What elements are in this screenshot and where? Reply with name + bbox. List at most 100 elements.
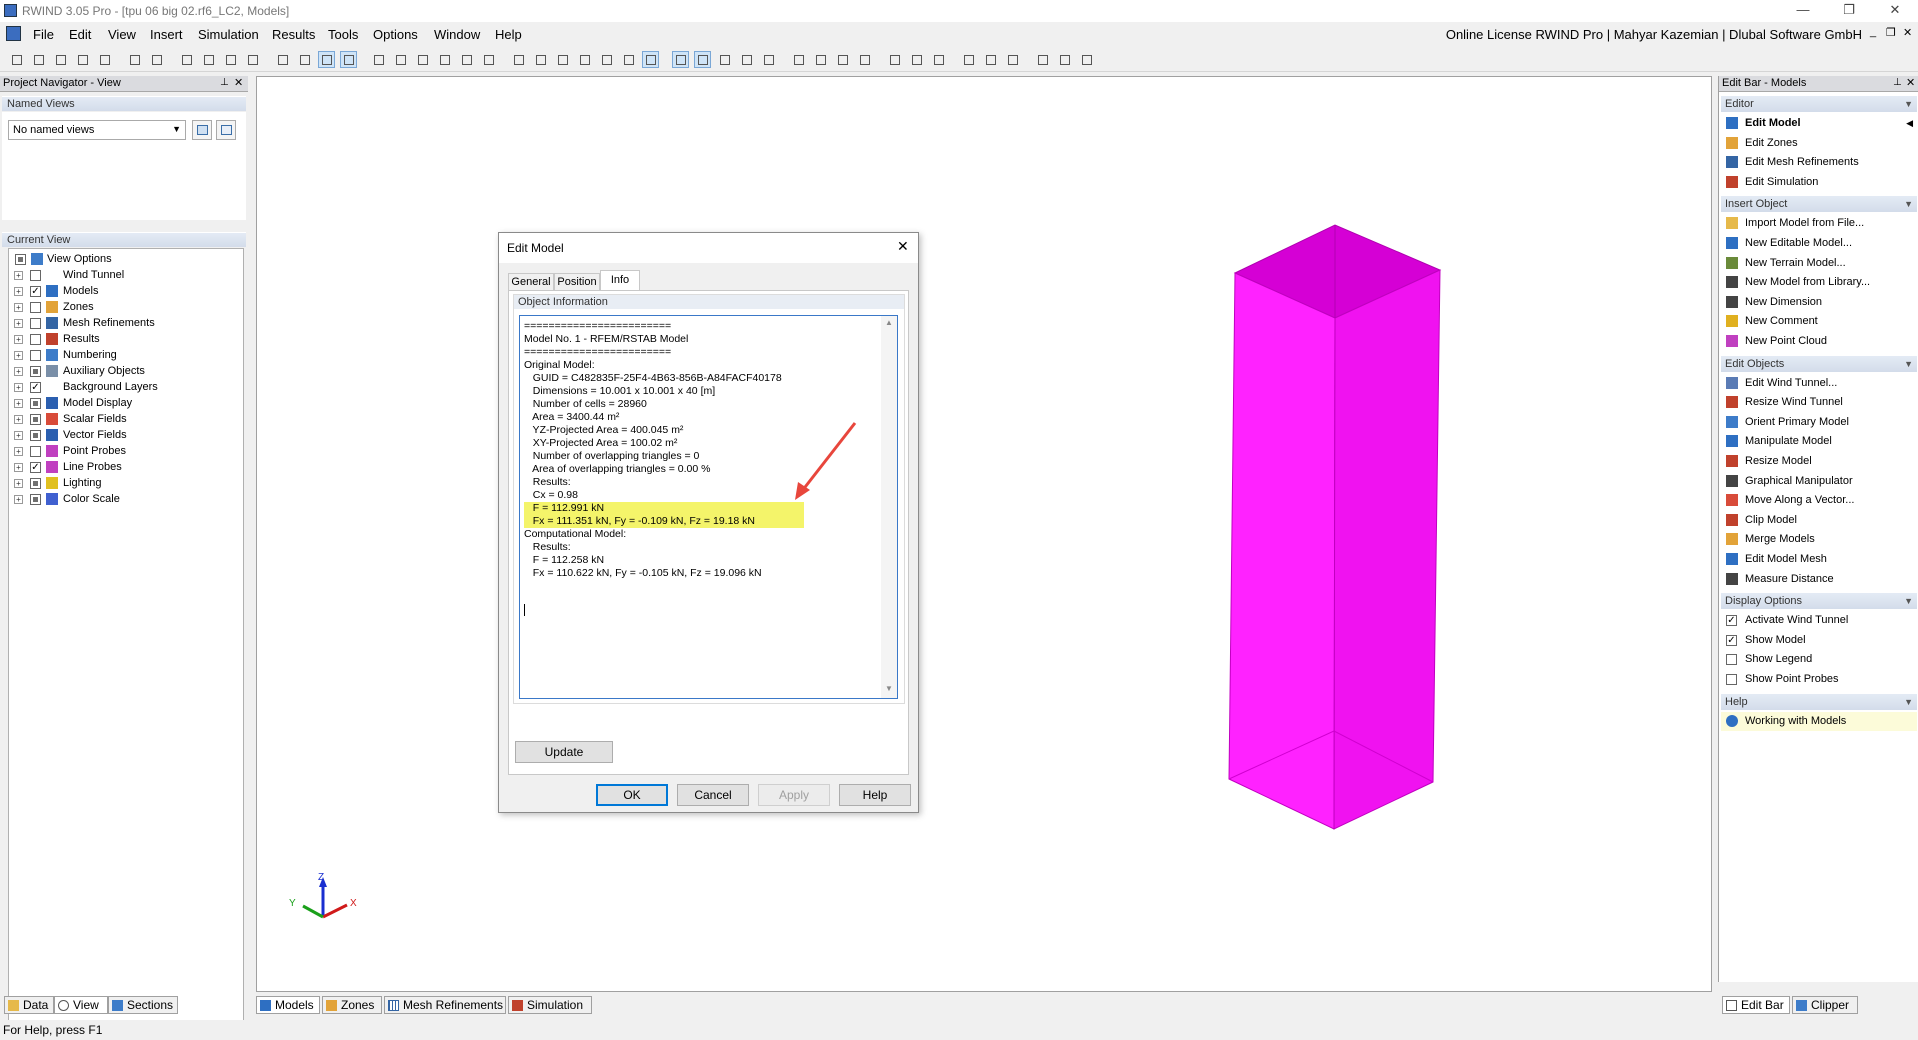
- expand-toggle-icon[interactable]: +: [14, 335, 23, 344]
- info-textarea[interactable]: ======================== Model No. 1 - RF…: [519, 315, 898, 699]
- tab-edit-bar[interactable]: Edit Bar: [1722, 996, 1790, 1014]
- tree-item[interactable]: + Wind Tunnel: [9, 267, 241, 283]
- tab-models[interactable]: Models: [256, 996, 320, 1014]
- expand-toggle-icon[interactable]: +: [14, 447, 23, 456]
- toolbar-button-icon[interactable]: [642, 51, 659, 68]
- menu-view[interactable]: View: [108, 27, 136, 42]
- toolbar-button-icon[interactable]: [318, 51, 335, 68]
- expand-toggle-icon[interactable]: +: [14, 463, 23, 472]
- toolbar-button-icon[interactable]: [930, 51, 947, 68]
- minimize-button[interactable]: —: [1780, 0, 1826, 22]
- tree-item[interactable]: + ✓ Models: [9, 283, 241, 299]
- apply-button[interactable]: Apply: [758, 784, 830, 806]
- toolbar-button-icon[interactable]: [856, 51, 873, 68]
- expand-toggle-icon[interactable]: +: [14, 303, 23, 312]
- tree-checkbox[interactable]: [15, 254, 26, 265]
- toolbar-button-icon[interactable]: [716, 51, 733, 68]
- expand-toggle-icon[interactable]: +: [14, 399, 23, 408]
- toolbar-button-icon[interactable]: [370, 51, 387, 68]
- editbar-item[interactable]: Edit Simulation: [1721, 173, 1917, 192]
- tab-data[interactable]: Data: [4, 996, 54, 1014]
- editbar-item[interactable]: Resize Wind Tunnel: [1721, 393, 1917, 412]
- menu-options[interactable]: Options: [373, 27, 418, 42]
- editbar-item[interactable]: Merge Models: [1721, 530, 1917, 549]
- expand-toggle-icon[interactable]: +: [14, 351, 23, 360]
- tree-item[interactable]: + Auxiliary Objects: [9, 363, 241, 379]
- editbar-item[interactable]: Move Along a Vector...: [1721, 491, 1917, 510]
- tree-checkbox[interactable]: [30, 398, 41, 409]
- mdi-minimize-button[interactable]: _: [1870, 26, 1876, 38]
- toolbar-button-icon[interactable]: [760, 51, 777, 68]
- building-model[interactable]: [1228, 224, 1442, 830]
- toolbar-button-icon[interactable]: [274, 51, 291, 68]
- expand-toggle-icon[interactable]: +: [14, 495, 23, 504]
- toolbar-button-icon[interactable]: [392, 51, 409, 68]
- collapse-icon[interactable]: ▼: [1904, 196, 1913, 212]
- toolbar-button-icon[interactable]: [982, 51, 999, 68]
- tree-checkbox[interactable]: ✓: [30, 382, 41, 393]
- toolbar-button-icon[interactable]: [672, 51, 689, 68]
- tree-item[interactable]: + Lighting: [9, 475, 241, 491]
- editbar-section-editor[interactable]: Editor ▼: [1721, 96, 1917, 112]
- menu-tools[interactable]: Tools: [328, 27, 358, 42]
- tree-item[interactable]: + Vector Fields: [9, 427, 241, 443]
- toolbar-button-icon[interactable]: [178, 51, 195, 68]
- tab-info[interactable]: Info: [600, 270, 640, 291]
- editbar-item[interactable]: Import Model from File...: [1721, 214, 1917, 233]
- expand-toggle-icon[interactable]: +: [14, 367, 23, 376]
- editbar-item[interactable]: New Terrain Model...: [1721, 254, 1917, 273]
- toolbar-button-icon[interactable]: [790, 51, 807, 68]
- close-navigator-icon[interactable]: ✕: [234, 76, 243, 89]
- save-view-button[interactable]: [192, 120, 212, 140]
- menu-edit[interactable]: Edit: [69, 27, 91, 42]
- toolbar-button-icon[interactable]: [960, 51, 977, 68]
- toolbar-button-icon[interactable]: [74, 51, 91, 68]
- named-views-select[interactable]: No named views ▼: [8, 120, 186, 140]
- toolbar-button-icon[interactable]: [340, 51, 357, 68]
- editbar-item[interactable]: Orient Primary Model: [1721, 413, 1917, 432]
- toolbar-button-icon[interactable]: [414, 51, 431, 68]
- restore-button[interactable]: ❐: [1826, 0, 1872, 22]
- tree-checkbox[interactable]: [30, 478, 41, 489]
- collapse-icon[interactable]: ▼: [1904, 694, 1913, 710]
- toolbar-button-icon[interactable]: [834, 51, 851, 68]
- editbar-item[interactable]: Measure Distance: [1721, 570, 1917, 589]
- help-button[interactable]: Help: [839, 784, 911, 806]
- tree-checkbox[interactable]: [30, 334, 41, 345]
- toolbar-button-icon[interactable]: [812, 51, 829, 68]
- menu-simulation[interactable]: Simulation: [198, 27, 259, 42]
- tree-item[interactable]: + Scalar Fields: [9, 411, 241, 427]
- tree-checkbox[interactable]: [30, 270, 41, 281]
- toolbar-button-icon[interactable]: [738, 51, 755, 68]
- dialog-close-icon[interactable]: ✕: [897, 238, 909, 255]
- editbar-item[interactable]: ✓ Activate Wind Tunnel: [1721, 611, 1917, 630]
- toolbar-button-icon[interactable]: [576, 51, 593, 68]
- toolbar-button-icon[interactable]: [908, 51, 925, 68]
- editbar-section-insert-object[interactable]: Insert Object ▼: [1721, 196, 1917, 213]
- tree-checkbox[interactable]: [30, 318, 41, 329]
- editbar-item[interactable]: New Editable Model...: [1721, 234, 1917, 253]
- editbar-item[interactable]: Manipulate Model: [1721, 432, 1917, 451]
- editbar-item[interactable]: New Comment: [1721, 312, 1917, 331]
- editbar-item[interactable]: Working with Models: [1721, 711, 1917, 731]
- menu-help[interactable]: Help: [495, 27, 522, 42]
- update-button[interactable]: Update: [515, 741, 613, 763]
- tree-checkbox[interactable]: ✓: [30, 286, 41, 297]
- tab-mesh-refinements[interactable]: Mesh Refinements: [384, 996, 506, 1014]
- collapse-icon[interactable]: ▼: [1904, 96, 1913, 112]
- scroll-down-icon[interactable]: ▼: [885, 684, 893, 693]
- tab-simulation[interactable]: Simulation: [508, 996, 592, 1014]
- tree-checkbox[interactable]: [30, 494, 41, 505]
- editbar-pin-icon[interactable]: ⊥: [1893, 77, 1902, 88]
- tree-checkbox[interactable]: [30, 446, 41, 457]
- toolbar-button-icon[interactable]: [1078, 51, 1095, 68]
- toolbar-button-icon[interactable]: [480, 51, 497, 68]
- toolbar-button-icon[interactable]: [200, 51, 217, 68]
- toolbar-button-icon[interactable]: [886, 51, 903, 68]
- mdi-close-button[interactable]: ✕: [1903, 26, 1912, 39]
- document-icon[interactable]: [6, 26, 21, 41]
- tab-position[interactable]: Position: [554, 273, 600, 291]
- editbar-item[interactable]: ✓ Show Model: [1721, 631, 1917, 650]
- editbar-section-help[interactable]: Help ▼: [1721, 693, 1917, 710]
- toolbar-button-icon[interactable]: [126, 51, 143, 68]
